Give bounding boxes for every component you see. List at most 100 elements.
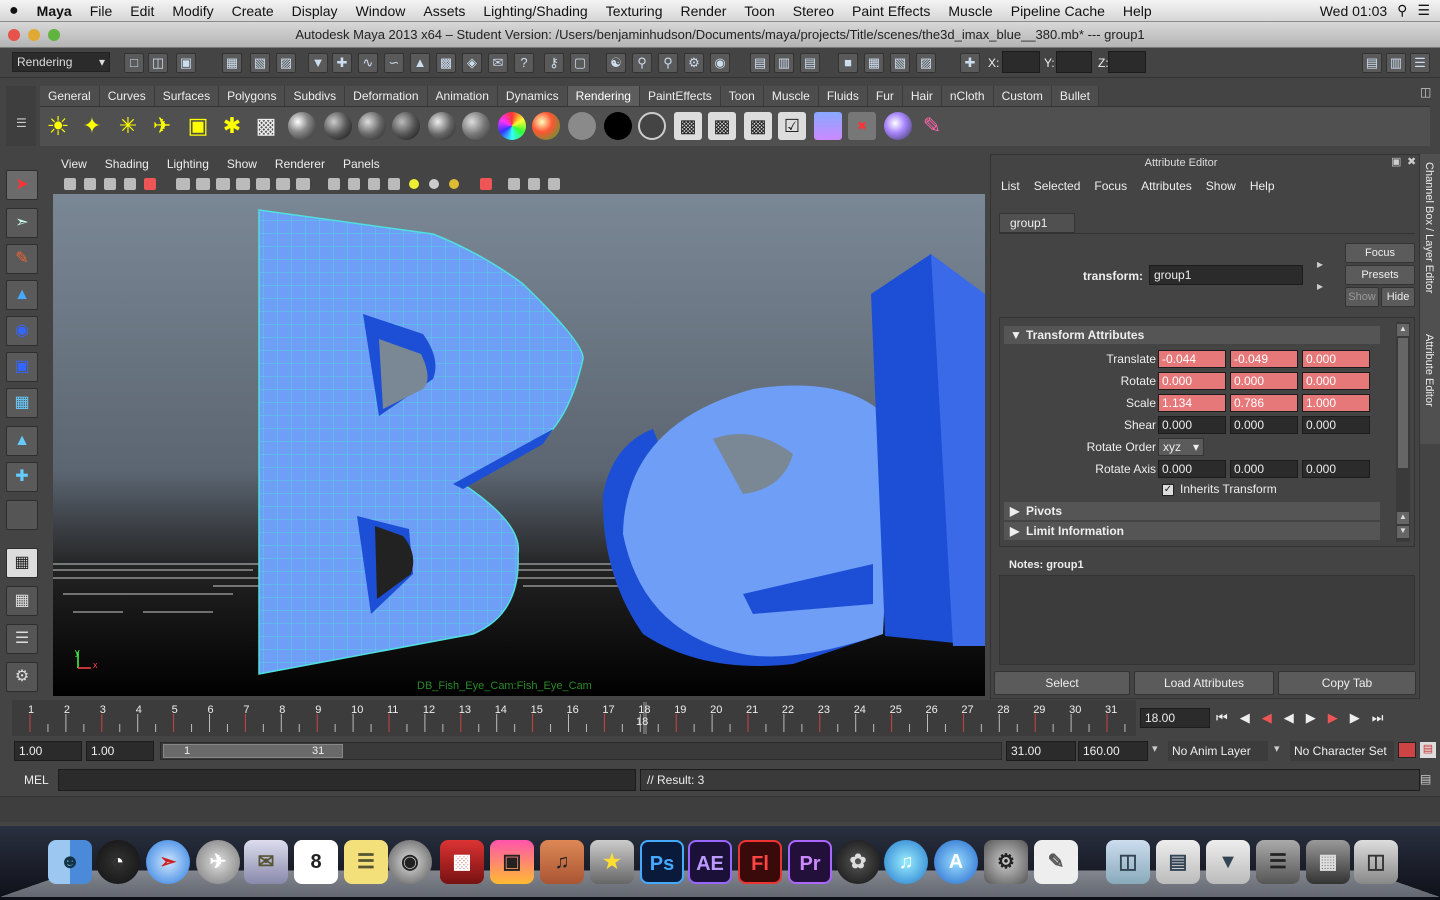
show-button[interactable]: Show [1345,287,1379,307]
menu-lighting-shading[interactable]: Lighting/Shading [474,3,596,19]
spotlight-search-icon[interactable]: ⚲ [1397,2,1407,19]
lock-icon[interactable]: ⚷ [544,53,564,73]
z-input[interactable] [1108,51,1146,73]
select-lasso-icon[interactable]: ▢ [570,53,590,73]
use-background-shader-icon[interactable] [638,112,666,140]
iphoto-icon[interactable]: ▣ [490,840,534,884]
shelf-tab-deformation[interactable]: Deformation [345,86,428,106]
layered-shader-icon[interactable] [498,112,526,140]
shelf-tab-polygons[interactable]: Polygons [219,86,286,106]
select-input-icon[interactable]: ▸ [1317,257,1323,271]
range-slider-handle[interactable]: 1 31 [163,744,343,758]
perspective-viewport[interactable]: y x DB_Fish_Eye_Cam:Fish_Eye_Cam [53,194,985,696]
panel-menu-renderer[interactable]: Renderer [266,154,334,174]
go-to-start-icon[interactable]: ⏮ [1216,710,1228,726]
rotate-order-dropdown[interactable]: xyz ▾ [1158,438,1204,456]
help-question-icon[interactable]: ? [514,53,534,73]
garageband-icon[interactable]: ♫ [540,840,584,884]
maya-icon[interactable]: ✿ [836,840,880,884]
history-icon[interactable]: ✉ [488,53,508,73]
y-input[interactable] [1056,51,1092,73]
shelf-tab-bullet[interactable]: Bullet [1051,86,1099,106]
shelf-tab-subdivs[interactable]: Subdivs [285,86,346,106]
section-transform-attributes[interactable]: ▼ Transform Attributes [1004,326,1380,344]
channel-box-tab[interactable]: Channel Box / Layer Editor [1423,162,1435,293]
spot-light-icon[interactable]: ✈ [148,112,176,140]
render-current-frame-icon[interactable]: ▩ [708,112,736,140]
shelf-tab-general[interactable]: General [40,86,100,106]
inherits-transform-checkbox[interactable]: ✓ [1162,484,1174,496]
rotate-axis-z-field[interactable]: 0.000 [1302,460,1370,478]
select-button[interactable]: Select [994,671,1130,695]
finder-icon[interactable]: ☻ [48,840,92,884]
menu-modify[interactable]: Modify [163,3,222,19]
rotate-y-field[interactable]: 0.000 [1230,372,1298,390]
play-forwards-icon[interactable]: ▶ [1306,710,1316,726]
3d-paint-icon[interactable]: ✎ [918,112,946,140]
load-attributes-button[interactable]: Load Attributes [1134,671,1274,695]
shear-yz-field[interactable]: 0.000 [1302,416,1370,434]
hypershade-shelf-icon[interactable] [814,112,842,140]
shelf-tab-dynamics[interactable]: Dynamics [497,86,568,106]
toggle-outliner-icon[interactable]: ▥ [774,53,794,73]
zoom-window-button[interactable] [48,29,60,41]
menu-muscle[interactable]: Muscle [939,3,1001,19]
step-back-key-icon[interactable]: ◀ [1262,710,1272,726]
render-settings-icon[interactable]: ⚙ [684,53,704,73]
directional-light-icon[interactable]: ✦ [78,112,106,140]
attribute-scrollbar[interactable]: ▲ ▲ ▼ [1396,322,1410,542]
shelf-tab-rendering[interactable]: Rendering [567,86,640,106]
shelf-tab-surfaces[interactable]: Surfaces [154,86,220,106]
stack-folder-icon[interactable]: ☰ [1256,840,1300,884]
transform-mode-icon[interactable]: ✚ [960,53,980,73]
layout-outliner-icon[interactable]: ▨ [916,53,936,73]
ipr-render-icon[interactable]: ⚲ [658,53,678,73]
ae-menu-selected[interactable]: Selected [1034,179,1081,193]
current-time-field[interactable]: 18.00 [1140,708,1210,728]
translate-y-field[interactable]: -0.049 [1230,350,1298,368]
chevron-down-icon[interactable]: ▾ [1152,742,1158,755]
shelf-tab-fur[interactable]: Fur [867,86,903,106]
scale-x-field[interactable]: 1.134 [1158,394,1226,412]
hypershade-icon[interactable]: ◉ [710,53,730,73]
script-editor-icon[interactable]: ▤ [1420,772,1431,786]
section-pivots[interactable]: ▶ Pivots [1004,502,1380,520]
ae-menu-focus[interactable]: Focus [1094,179,1127,193]
render-settings-shelf-icon[interactable]: ☑ [778,112,806,140]
menu-edit[interactable]: Edit [121,3,163,19]
command-input[interactable] [58,769,636,791]
surface-shader-icon[interactable] [288,112,316,140]
menu-file[interactable]: File [81,3,122,19]
launchpad-icon[interactable]: ✈ [196,840,240,884]
shading-map-icon[interactable] [568,112,596,140]
x-input[interactable] [1002,51,1040,73]
last-tool-slot-icon[interactable] [6,500,38,530]
phonge-shader-icon[interactable] [462,112,490,140]
select-tool-icon[interactable]: ➤ [6,170,38,200]
layout-four-icon[interactable]: ▦ [864,53,884,73]
lambert-shader-icon[interactable] [392,112,420,140]
shelf-tab-fluids[interactable]: Fluids [818,86,868,106]
calendar-icon[interactable]: 8 [294,840,338,884]
show-tool-settings-icon[interactable]: ▥ [1386,53,1406,73]
snap-point-icon[interactable]: ∽ [384,53,404,73]
render-frame-icon[interactable]: ⚲ [632,53,652,73]
render-view-icon[interactable]: ▩ [674,112,702,140]
menu-help[interactable]: Help [1114,3,1161,19]
playback-end-field[interactable]: 31.00 [1006,741,1076,761]
scroll-thumb[interactable] [1398,338,1408,468]
shelf-trash-icon[interactable]: ◫ [1420,85,1431,99]
scale-tool-icon[interactable]: ▣ [6,352,38,382]
shear-xz-field[interactable]: 0.000 [1230,416,1298,434]
textedit-icon[interactable]: ✎ [1034,840,1078,884]
focus-button[interactable]: Focus [1345,243,1415,263]
quick-layout-icon[interactable]: ⚙ [6,662,38,692]
shear-xy-field[interactable]: 0.000 [1158,416,1226,434]
show-attribute-editor-icon[interactable]: ▤ [1362,53,1382,73]
imovie-icon[interactable]: ★ [590,840,634,884]
select-output-icon[interactable]: ▸ [1317,279,1323,293]
minimize-window-button[interactable] [28,29,40,41]
transform-name-input[interactable]: group1 [1149,265,1303,285]
batch-render-icon[interactable]: ✖ [848,112,876,140]
after-effects-icon[interactable]: AE [688,840,732,884]
